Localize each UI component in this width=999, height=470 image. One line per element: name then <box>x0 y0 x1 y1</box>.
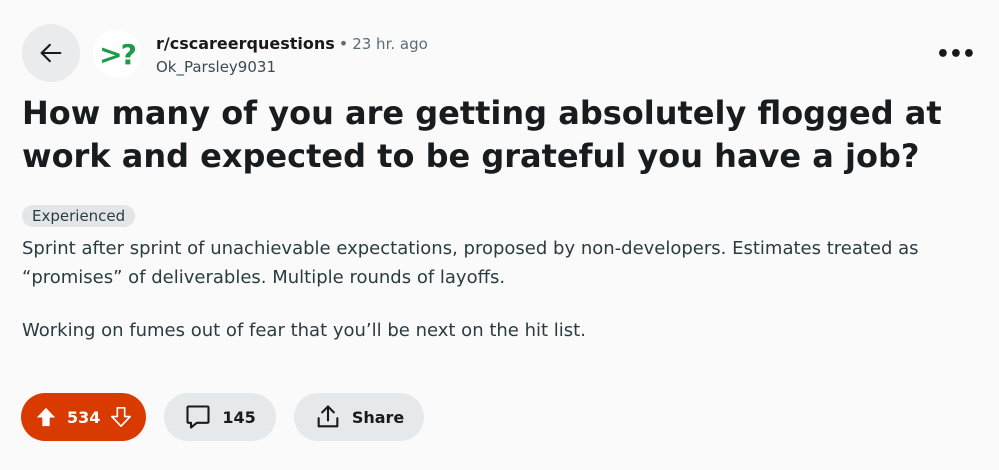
post-paragraph: Working on fumes out of fear that you’ll… <box>22 320 586 341</box>
post-title: How many of you are getting absolutely f… <box>22 94 942 175</box>
author-link[interactable]: Ok_Parsley9031 <box>156 56 428 78</box>
post-actions: 534 145 Share <box>21 393 425 441</box>
share-label: Share <box>351 407 405 427</box>
vote-count: 534 <box>67 407 101 427</box>
post-body: Sprint after sprint of unachievable expe… <box>22 234 972 369</box>
subreddit-link[interactable]: r/cscareerquestions <box>156 34 335 53</box>
post-timestamp: 23 hr. ago <box>352 35 428 53</box>
vote-control: 534 <box>21 393 147 441</box>
comments-button[interactable]: 145 <box>164 393 276 441</box>
meta-separator: • <box>338 34 349 53</box>
downvote-icon[interactable] <box>110 406 132 428</box>
arrow-left-icon <box>40 43 62 63</box>
post-meta: r/cscareerquestions • 23 hr. ago Ok_Parsle… <box>156 33 428 78</box>
comment-icon <box>186 405 210 429</box>
back-button[interactable] <box>22 24 80 82</box>
subreddit-logo-icon: >? <box>99 37 137 71</box>
post-flair[interactable]: Experienced <box>22 205 136 227</box>
upvote-icon[interactable] <box>35 406 57 428</box>
subreddit-avatar[interactable]: >? <box>93 30 141 78</box>
more-options-button[interactable]: ••• <box>936 42 976 67</box>
share-button[interactable]: Share <box>293 393 425 441</box>
comment-count: 145 <box>222 407 256 427</box>
post-paragraph: Sprint after sprint of unachievable expe… <box>22 238 919 288</box>
share-icon <box>317 405 339 428</box>
